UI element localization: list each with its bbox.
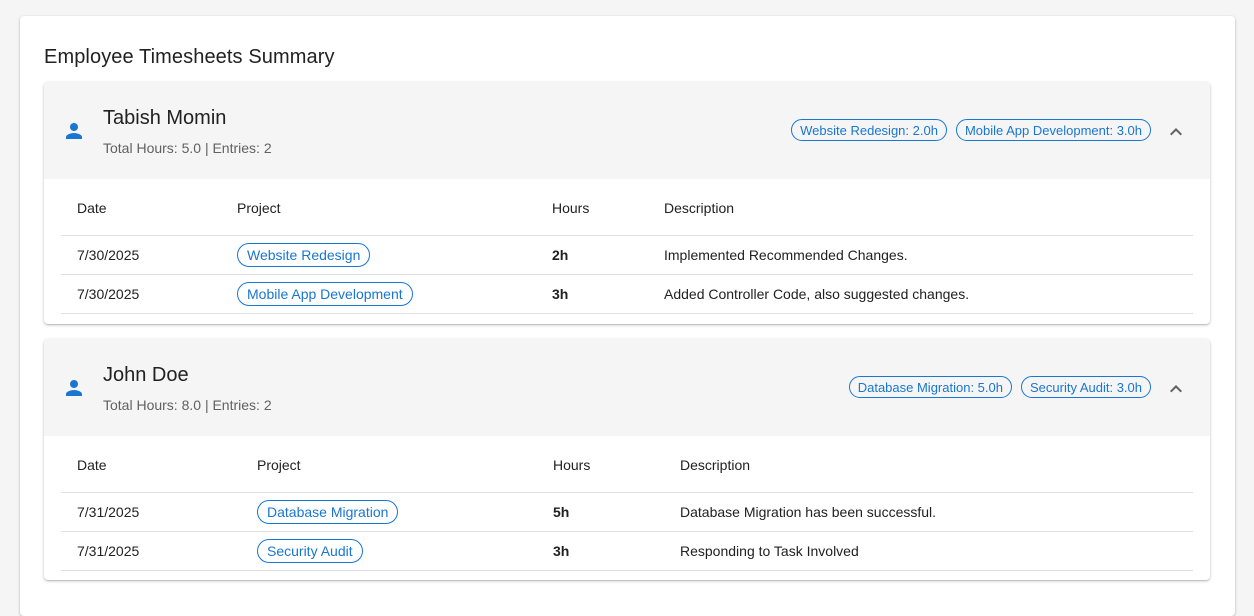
timesheets-panel: Employee Timesheets Summary Tabish Momin… <box>20 16 1235 616</box>
timesheet-table: Date Project Hours Description 7/30/2025… <box>61 179 1193 314</box>
table-row: 7/31/2025 Database Migration 5h Database… <box>61 492 1193 532</box>
column-header-date: Date <box>61 436 241 493</box>
project-hours-chip: Website Redesign: 2.0h <box>791 119 947 141</box>
project-hours-chip: Mobile App Development: 3.0h <box>955 119 1151 141</box>
entry-date: 7/31/2025 <box>61 492 241 532</box>
project-hours-chips: Database Migration: 5.0h Security Audit:… <box>848 376 1151 398</box>
project-hours-chips: Website Redesign: 2.0h Mobile App Develo… <box>791 119 1151 141</box>
employee-accordion-header[interactable]: John Doe Total Hours: 8.0 | Entries: 2 D… <box>44 339 1210 436</box>
entry-hours: 3h <box>536 274 648 314</box>
entry-project-cell: Mobile App Development <box>221 274 536 314</box>
column-header-project: Project <box>221 179 536 236</box>
page-title: Employee Timesheets Summary <box>44 46 335 68</box>
entry-project-chip: Website Redesign <box>237 242 371 267</box>
entry-description: Implemented Recommended Changes. <box>648 235 1193 275</box>
chevron-up-icon[interactable] <box>1164 377 1188 401</box>
column-header-description: Description <box>664 436 1193 493</box>
employee-accordion-body: Date Project Hours Description 7/31/2025… <box>44 436 1210 571</box>
employee-accordion-body: Date Project Hours Description 7/30/2025… <box>44 179 1210 314</box>
entry-project-chip: Mobile App Development <box>237 281 413 306</box>
chevron-up-icon[interactable] <box>1164 120 1188 144</box>
entry-project-cell: Database Migration <box>241 492 537 532</box>
person-icon <box>66 380 82 396</box>
entry-hours: 2h <box>536 235 648 275</box>
entry-project-chip: Database Migration <box>257 499 399 524</box>
employee-accordion-header[interactable]: Tabish Momin Total Hours: 5.0 | Entries:… <box>44 82 1210 179</box>
entry-date: 7/31/2025 <box>61 531 241 571</box>
entry-hours: 3h <box>537 531 664 571</box>
employee-name: Tabish Momin <box>103 107 227 129</box>
entry-description: Responding to Task Involved <box>664 531 1193 571</box>
table-header-row: Date Project Hours Description <box>61 436 1193 493</box>
employee-accordion: John Doe Total Hours: 8.0 | Entries: 2 D… <box>44 339 1210 580</box>
project-hours-chip: Security Audit: 3.0h <box>1020 376 1151 398</box>
employee-summary: Total Hours: 5.0 | Entries: 2 <box>103 140 272 156</box>
column-header-description: Description <box>648 179 1193 236</box>
table-header-row: Date Project Hours Description <box>61 179 1193 236</box>
timesheet-table: Date Project Hours Description 7/31/2025… <box>61 436 1193 571</box>
entry-project-cell: Website Redesign <box>221 235 536 275</box>
table-row: 7/30/2025 Website Redesign 2h Implemente… <box>61 235 1193 275</box>
entry-date: 7/30/2025 <box>61 235 221 275</box>
entry-date: 7/30/2025 <box>61 274 221 314</box>
table-row: 7/30/2025 Mobile App Development 3h Adde… <box>61 274 1193 314</box>
entry-project-chip: Security Audit <box>257 538 363 563</box>
entry-project-cell: Security Audit <box>241 531 537 571</box>
column-header-date: Date <box>61 179 221 236</box>
entry-description: Database Migration has been successful. <box>664 492 1193 532</box>
person-icon <box>66 123 82 139</box>
employee-name: John Doe <box>103 364 189 386</box>
employee-summary: Total Hours: 8.0 | Entries: 2 <box>103 397 272 413</box>
entry-hours: 5h <box>537 492 664 532</box>
entry-description: Added Controller Code, also suggested ch… <box>648 274 1193 314</box>
column-header-project: Project <box>241 436 537 493</box>
project-hours-chip: Database Migration: 5.0h <box>848 376 1012 398</box>
column-header-hours: Hours <box>536 179 648 236</box>
column-header-hours: Hours <box>537 436 664 493</box>
table-row: 7/31/2025 Security Audit 3h Responding t… <box>61 531 1193 571</box>
employee-accordion: Tabish Momin Total Hours: 5.0 | Entries:… <box>44 82 1210 324</box>
